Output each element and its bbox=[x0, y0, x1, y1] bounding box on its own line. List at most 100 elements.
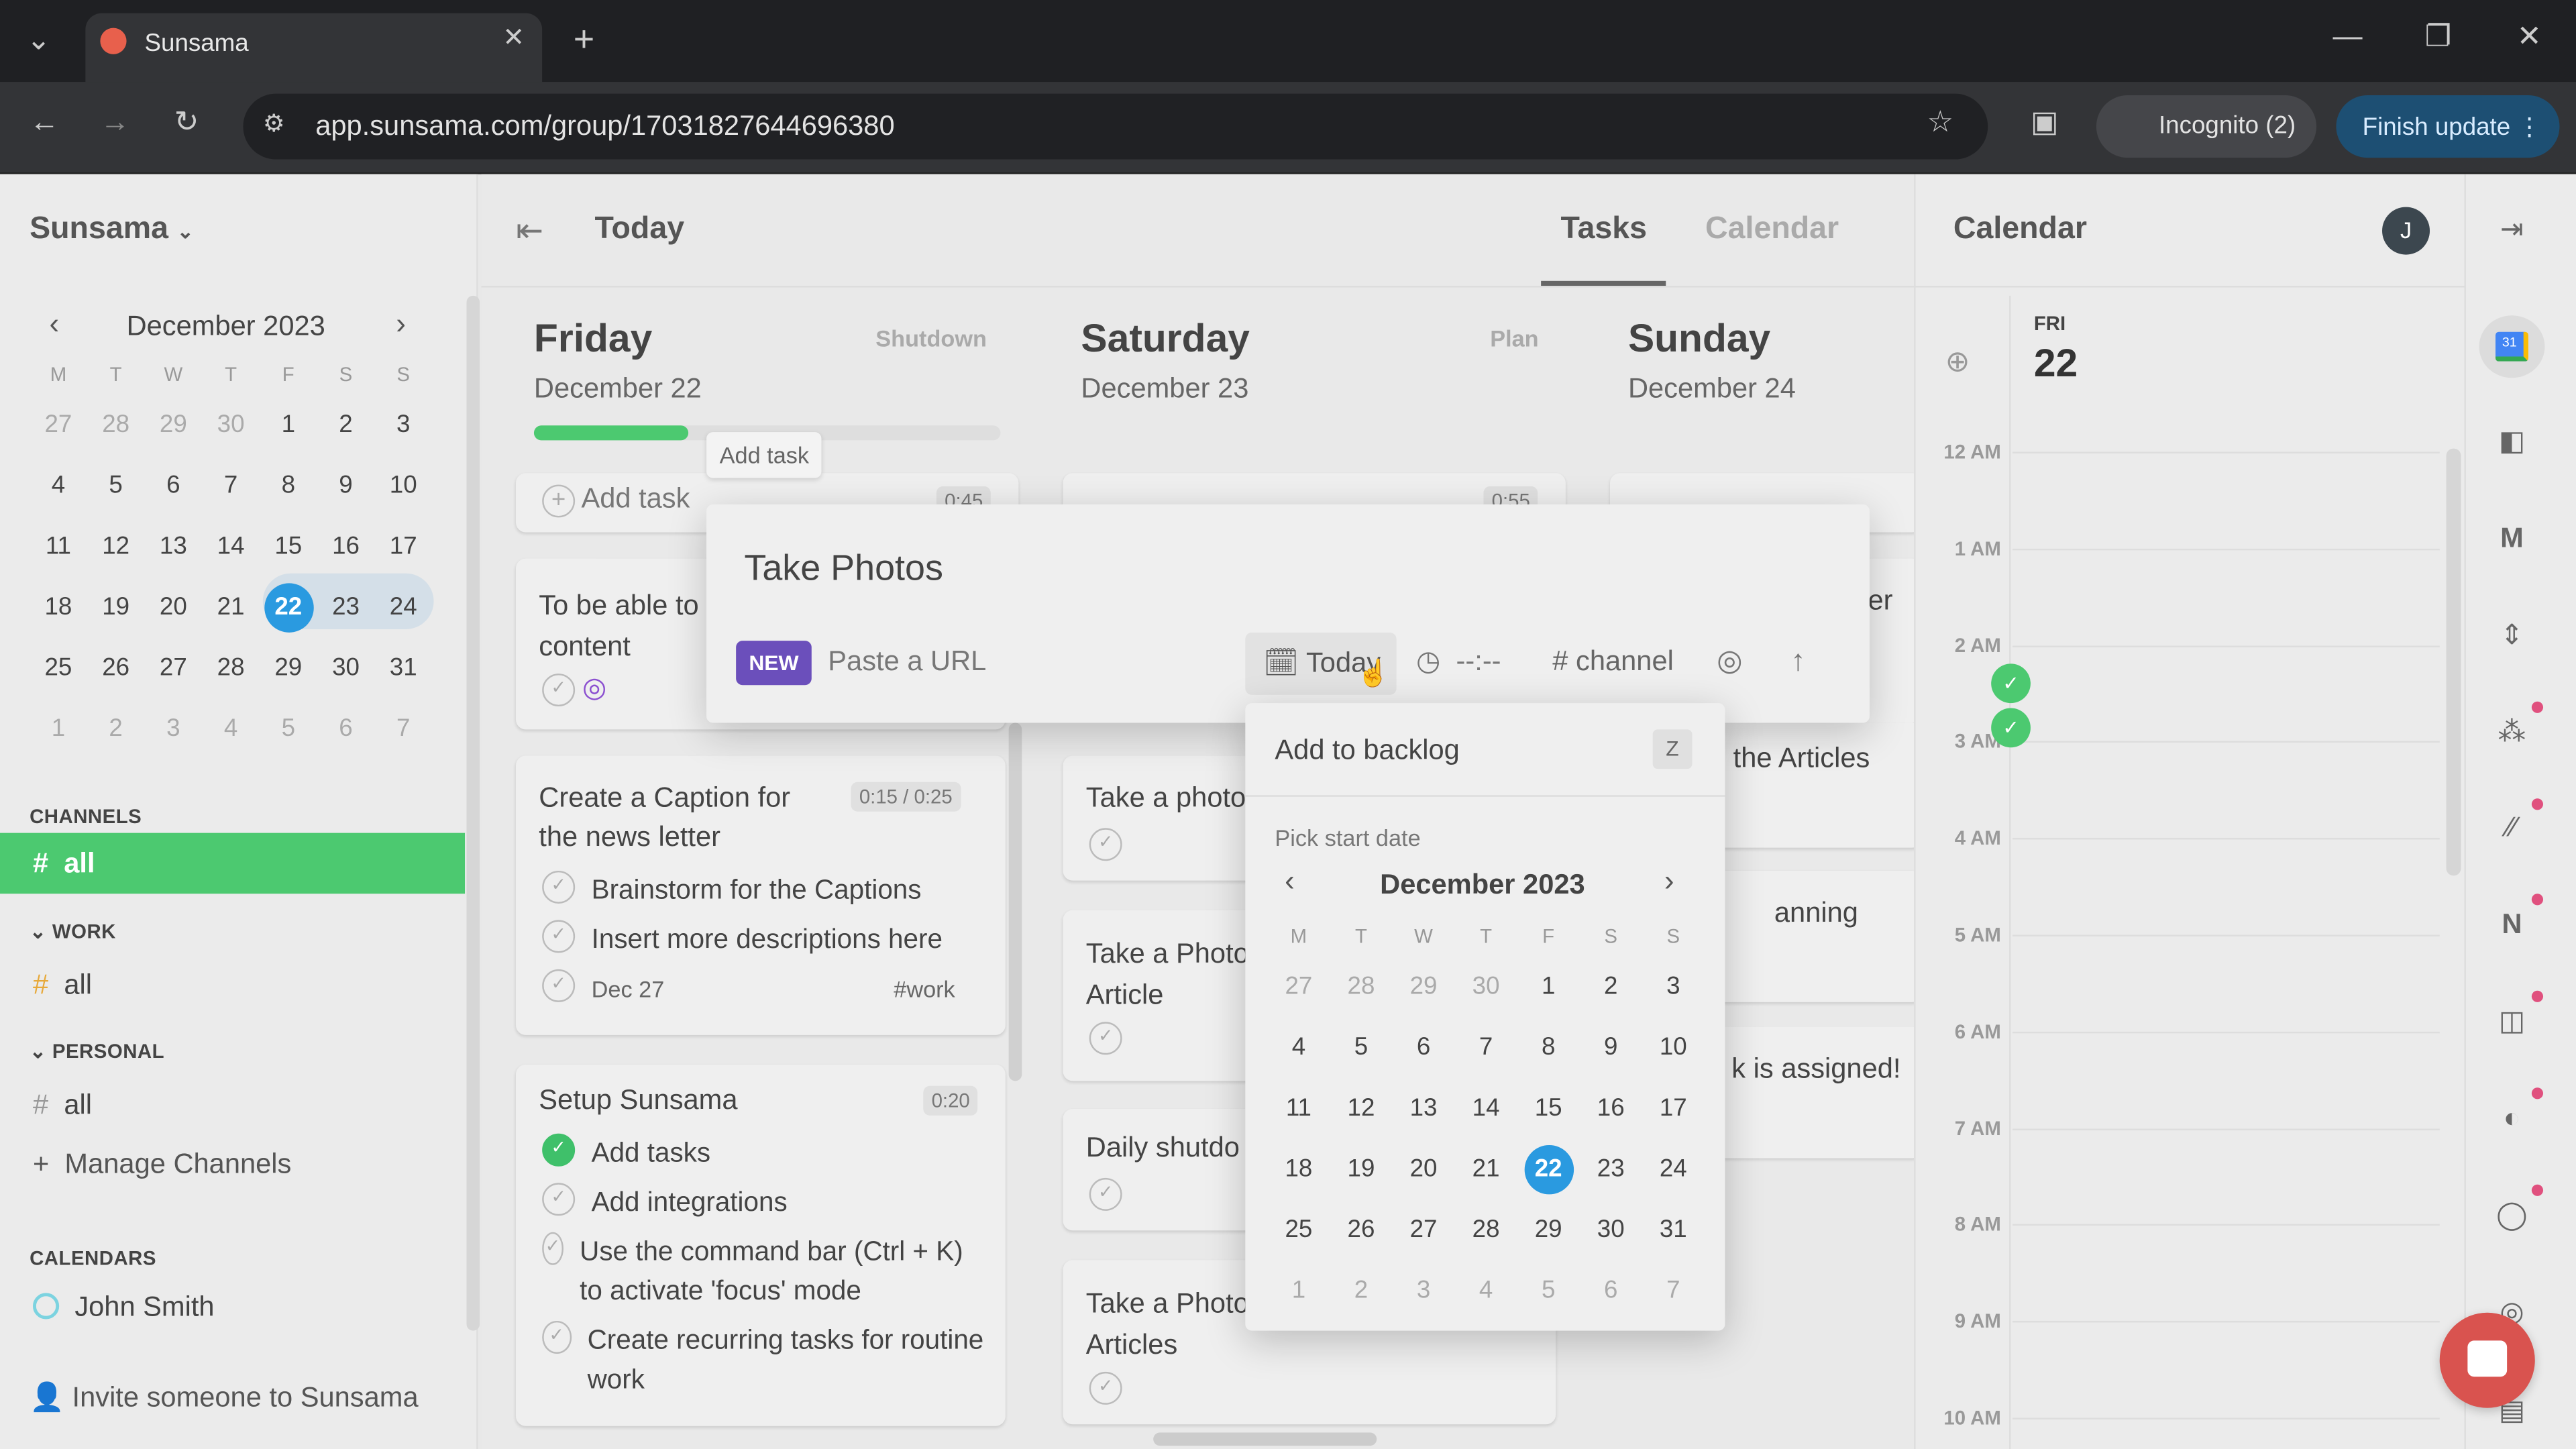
calendar-day[interactable]: 22 bbox=[260, 577, 317, 638]
finish-update-button[interactable]: Finish update ⋮ bbox=[2336, 95, 2560, 158]
channel-personal-all[interactable]: # all bbox=[33, 1089, 92, 1122]
mini-cal-next-icon[interactable]: › bbox=[396, 307, 406, 341]
calendar-day[interactable]: 16 bbox=[317, 516, 375, 577]
add-to-backlog-option[interactable]: Add to backlog bbox=[1275, 735, 1459, 767]
calendar-day[interactable]: 27 bbox=[30, 394, 87, 455]
calendar-day[interactable]: 8 bbox=[260, 455, 317, 516]
objective-target-icon[interactable]: ◎ bbox=[1717, 644, 1742, 678]
calendar-day[interactable]: 29 bbox=[145, 394, 203, 455]
calendar-day[interactable]: 18 bbox=[1270, 1138, 1328, 1199]
complete-check[interactable]: ✓ bbox=[1089, 1022, 1122, 1055]
calendar-day[interactable]: 19 bbox=[1332, 1138, 1390, 1199]
notion-icon[interactable]: N bbox=[2489, 902, 2535, 948]
calendar-day[interactable]: 3 bbox=[1395, 1260, 1452, 1321]
complete-check[interactable]: ✓ bbox=[1089, 1371, 1122, 1405]
add-task-friday[interactable]: + Add task bbox=[542, 483, 690, 517]
minimize-icon[interactable]: — bbox=[2333, 19, 2363, 54]
calendar-day[interactable]: 6 bbox=[317, 698, 375, 759]
time-button[interactable]: ◷ --:-- bbox=[1416, 645, 1501, 678]
calendar-day[interactable]: 15 bbox=[260, 516, 317, 577]
chat-support-button[interactable] bbox=[2439, 1312, 2535, 1408]
reload-icon[interactable]: ↻ bbox=[174, 105, 199, 140]
collapse-right-panel-icon[interactable]: ⇥ bbox=[2489, 207, 2535, 254]
calendar-day[interactable]: 25 bbox=[30, 637, 87, 698]
calendar-day[interactable]: 8 bbox=[1519, 1017, 1577, 1078]
tab-calendar[interactable]: Calendar bbox=[1705, 212, 1839, 248]
calendar-day[interactable]: 9 bbox=[1582, 1017, 1640, 1078]
bookmark-star-icon[interactable]: ☆ bbox=[1927, 105, 1954, 140]
calendar-day[interactable]: 25 bbox=[1270, 1199, 1328, 1260]
calendar-day[interactable]: 23 bbox=[317, 577, 375, 638]
zoom-in-icon[interactable]: ⊕ bbox=[1945, 345, 1970, 379]
subtask[interactable]: ✓ Insert more descriptions here bbox=[542, 920, 943, 959]
calendar-day[interactable]: 10 bbox=[1644, 1017, 1702, 1078]
calendar-day[interactable]: 2 bbox=[1332, 1260, 1390, 1321]
collapse-sidebar-icon[interactable]: ⇤ bbox=[516, 210, 543, 251]
forward-icon[interactable]: → bbox=[100, 105, 129, 140]
calendar-day[interactable]: 31 bbox=[374, 637, 432, 698]
calendar-day[interactable]: 26 bbox=[1332, 1199, 1390, 1260]
calendar-day[interactable]: 16 bbox=[1582, 1078, 1640, 1139]
calendar-day[interactable]: 28 bbox=[1332, 956, 1390, 1017]
calendar-day[interactable]: 1 bbox=[1270, 1260, 1328, 1321]
tab-list-chevron-icon[interactable]: ⌄ bbox=[26, 23, 51, 57]
calendar-day[interactable]: 5 bbox=[1519, 1260, 1577, 1321]
calendar-day[interactable]: 7 bbox=[374, 698, 432, 759]
calendar-john-smith[interactable]: John Smith bbox=[32, 1291, 215, 1324]
calendar-day[interactable]: 2 bbox=[1582, 956, 1640, 1017]
restore-icon[interactable]: ❐ bbox=[2425, 19, 2452, 54]
calendar-day[interactable]: 12 bbox=[87, 516, 145, 577]
calendar-day[interactable]: 6 bbox=[1582, 1260, 1640, 1321]
calendar-day[interactable]: 30 bbox=[317, 637, 375, 698]
calendar-day[interactable]: 26 bbox=[87, 637, 145, 698]
calendar-day[interactable]: 15 bbox=[1519, 1078, 1577, 1139]
calendar-day[interactable]: 18 bbox=[30, 577, 87, 638]
dropdown-prev-month-icon[interactable]: ‹ bbox=[1285, 864, 1295, 898]
calendar-day[interactable]: 2 bbox=[87, 698, 145, 759]
calendar-day[interactable]: 31 bbox=[1644, 1199, 1702, 1260]
submit-arrow-icon[interactable]: ↑ bbox=[1790, 644, 1805, 678]
plan-button[interactable]: Plan bbox=[1490, 325, 1538, 352]
side-panel-icon[interactable]: ▣ bbox=[2031, 105, 2059, 140]
subtask[interactable]: ✓ Add integrations bbox=[542, 1183, 985, 1222]
asana-icon[interactable]: ⁂ bbox=[2489, 710, 2535, 756]
channel-work-all[interactable]: # all bbox=[33, 969, 92, 1002]
calendar-scrollbar[interactable] bbox=[2446, 448, 2461, 876]
calendar-day[interactable]: 4 bbox=[30, 455, 87, 516]
calendar-day[interactable]: 5 bbox=[87, 455, 145, 516]
subtask[interactable]: ✓ Create recurring tasks for routine work bbox=[542, 1320, 985, 1400]
calendar-day[interactable]: 14 bbox=[202, 516, 260, 577]
dropdown-next-month-icon[interactable]: › bbox=[1664, 864, 1674, 898]
completed-task-marker[interactable]: ✓ bbox=[1991, 708, 2031, 748]
calendar-day[interactable]: 19 bbox=[87, 577, 145, 638]
calendar-day[interactable]: 28 bbox=[87, 394, 145, 455]
task-card[interactable]: Create a Caption for the news letter 0:1… bbox=[515, 755, 1006, 1035]
avatar[interactable]: J bbox=[2382, 207, 2430, 255]
subtask[interactable]: ✓ Add tasks bbox=[542, 1133, 985, 1173]
calendar-day[interactable]: 27 bbox=[145, 637, 203, 698]
calendar-day[interactable]: 20 bbox=[145, 577, 203, 638]
calendar-day[interactable]: 2 bbox=[317, 394, 375, 455]
calendar-day[interactable]: 12 bbox=[1332, 1078, 1390, 1139]
calendar-day[interactable]: 10 bbox=[374, 455, 432, 516]
calendar-day[interactable]: 6 bbox=[145, 455, 203, 516]
close-window-icon[interactable]: ✕ bbox=[2517, 19, 2542, 54]
horizontal-scrollbar[interactable] bbox=[1153, 1432, 1377, 1446]
google-calendar-icon[interactable]: 31 bbox=[2496, 331, 2528, 362]
channel-button[interactable]: # channel bbox=[1552, 645, 1674, 678]
calendar-day[interactable]: 3 bbox=[1644, 956, 1702, 1017]
work-heading[interactable]: ⌄ WORK bbox=[30, 920, 116, 943]
gmail-icon[interactable]: M bbox=[2489, 516, 2535, 562]
calendar-day[interactable]: 29 bbox=[1395, 956, 1452, 1017]
shutdown-button[interactable]: Shutdown bbox=[875, 325, 987, 352]
calendar-day[interactable]: 7 bbox=[202, 455, 260, 516]
calendar-day[interactable]: 21 bbox=[202, 577, 260, 638]
calendar-day[interactable]: 22 bbox=[1519, 1138, 1577, 1199]
calendar-day[interactable]: 6 bbox=[1395, 1017, 1452, 1078]
subtask[interactable]: ✓ Brainstorm for the Captions bbox=[542, 870, 943, 910]
calendar-day[interactable]: 28 bbox=[202, 637, 260, 698]
calendar-day[interactable]: 24 bbox=[374, 577, 432, 638]
calendar-day[interactable]: 4 bbox=[202, 698, 260, 759]
calendar-day[interactable]: 11 bbox=[1270, 1078, 1328, 1139]
invite-link[interactable]: 👤 Invite someone to Sunsama bbox=[30, 1382, 419, 1415]
